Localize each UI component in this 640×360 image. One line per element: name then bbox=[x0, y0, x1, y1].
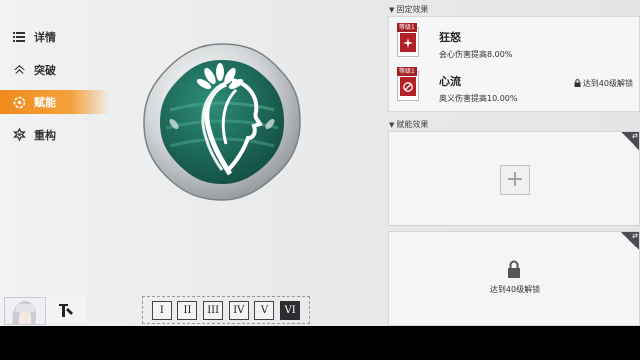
list-icon bbox=[12, 30, 26, 44]
rage-icon bbox=[400, 33, 416, 52]
empower-slot-1[interactable]: ⇄ + bbox=[388, 131, 640, 226]
nav-item-empower[interactable]: 赋能 bbox=[0, 90, 110, 114]
tab-tier-4[interactable]: IV bbox=[228, 300, 249, 320]
lock-icon bbox=[507, 260, 521, 278]
effect-lock-hint: 达到40级解锁 bbox=[574, 78, 633, 89]
effect-desc: 会心伤害提高8.00% bbox=[439, 50, 513, 59]
effect-name: 心流 bbox=[439, 75, 461, 88]
weapon-icon[interactable] bbox=[46, 297, 86, 323]
rebuild-icon bbox=[12, 128, 26, 142]
tab-tier-3[interactable]: III bbox=[203, 300, 224, 320]
add-effect-button[interactable]: + bbox=[500, 165, 530, 195]
tab-tier-5[interactable]: V bbox=[254, 300, 275, 320]
nav-item-label: 突破 bbox=[34, 63, 56, 77]
fixed-effects-panel: 等级1 狂怒 会心伤害提高8.00% 等级1 心流 奥义伤害提高10.00% 达… bbox=[388, 16, 640, 112]
letterbox-bar bbox=[0, 326, 640, 360]
effect-name: 狂怒 bbox=[439, 31, 461, 44]
fixed-effects-title: ▼ 固定效果 bbox=[389, 5, 429, 14]
swap-corner-icon[interactable]: ⇄ bbox=[621, 232, 639, 250]
effect-desc: 奥义伤害提高10.00% bbox=[439, 94, 518, 103]
empower-effects-title: ▼ 赋能效果 bbox=[389, 120, 429, 129]
empower-tier-tabs: I II III IV V VI bbox=[142, 296, 310, 324]
nav-item-rebuild[interactable]: 重构 bbox=[0, 118, 110, 151]
side-nav: 详情 突破 赋能 重构 bbox=[0, 20, 110, 151]
nav-item-breakthrough[interactable]: 突破 bbox=[0, 53, 110, 86]
nav-item-label: 详情 bbox=[34, 30, 56, 44]
empower-icon bbox=[12, 95, 26, 109]
lock-icon bbox=[574, 78, 581, 89]
empower-slot-2[interactable]: ⇄ 达到40级解锁 bbox=[388, 231, 640, 326]
flow-icon bbox=[400, 77, 416, 96]
collapse-triangle-icon: ▼ bbox=[389, 120, 395, 129]
effect-icon-frame: 等级1 bbox=[397, 23, 419, 57]
nav-item-details[interactable]: 详情 bbox=[0, 20, 110, 53]
fixed-effect-row[interactable]: 等级1 狂怒 会心伤害提高8.00% bbox=[389, 23, 640, 65]
collapse-triangle-icon: ▼ bbox=[389, 5, 395, 14]
level-tag: 等级1 bbox=[397, 67, 417, 76]
breakthrough-icon bbox=[12, 63, 26, 77]
character-avatar[interactable] bbox=[4, 297, 46, 325]
nav-item-label: 赋能 bbox=[34, 96, 56, 109]
unlock-requirement-text: 达到40级解锁 bbox=[489, 285, 541, 294]
tab-tier-6[interactable]: VI bbox=[280, 300, 301, 320]
tab-tier-1[interactable]: I bbox=[151, 300, 172, 320]
swap-corner-icon[interactable]: ⇄ bbox=[621, 132, 639, 150]
empower-emblem-image bbox=[140, 40, 304, 204]
effect-icon-frame: 等级1 bbox=[397, 67, 419, 101]
game-screen: 详情 突破 赋能 重构 I II III IV V VI ▼ 固定效果 等级1 … bbox=[0, 0, 640, 326]
nav-item-label: 重构 bbox=[34, 128, 56, 142]
fixed-effect-row[interactable]: 等级1 心流 奥义伤害提高10.00% 达到40级解锁 bbox=[389, 67, 640, 109]
level-tag: 等级1 bbox=[397, 23, 417, 32]
tab-tier-2[interactable]: II bbox=[177, 300, 198, 320]
